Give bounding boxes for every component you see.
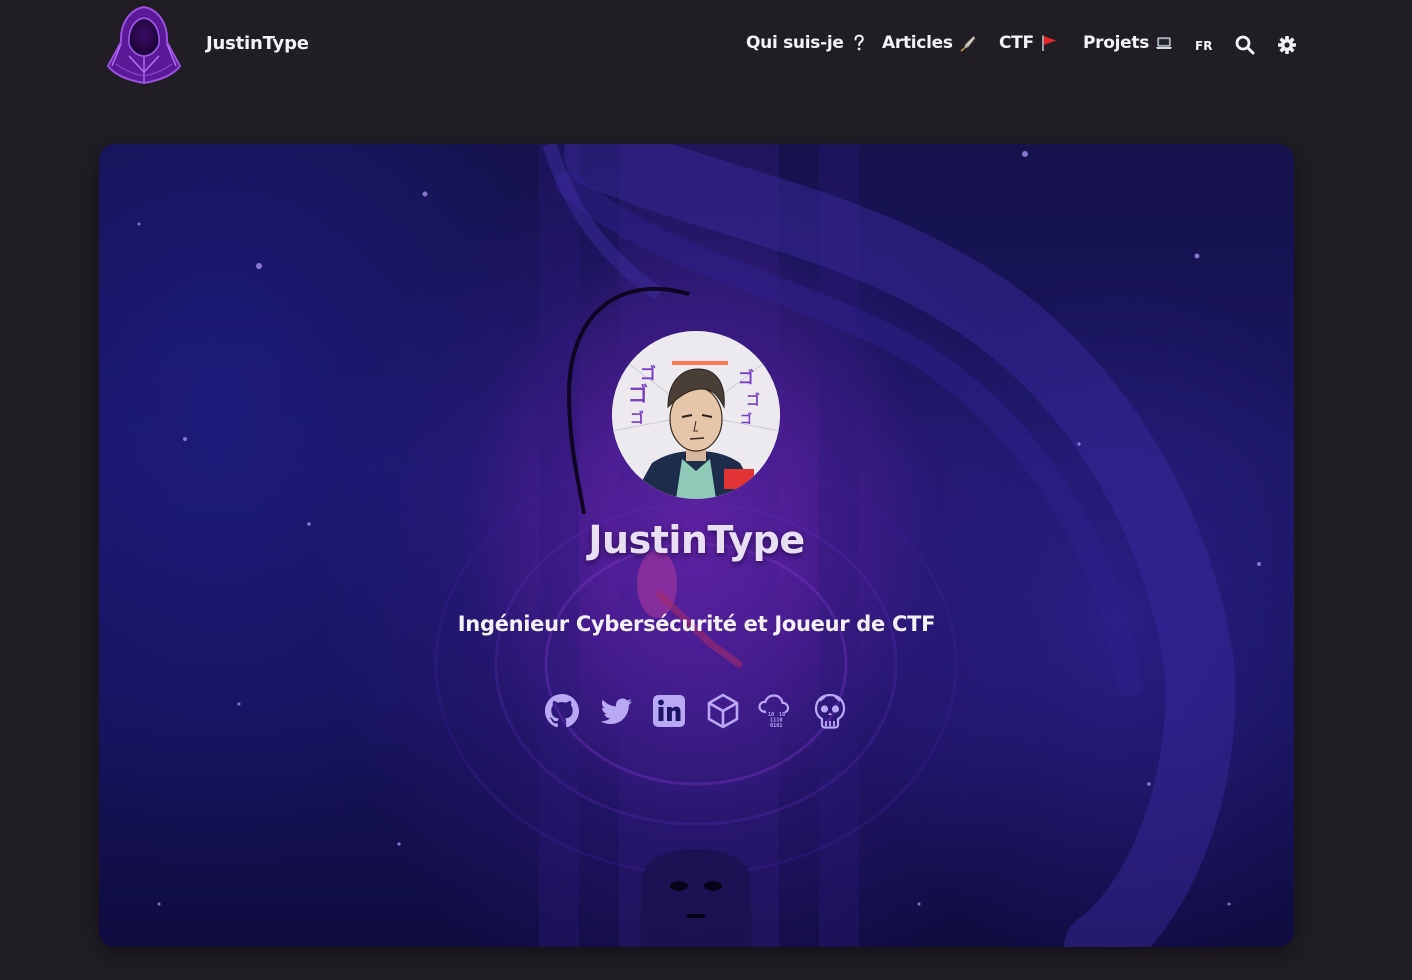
avatar: ゴ ゴ ゴ ゴ ゴ ゴ	[612, 331, 780, 499]
hero-title: JustinType	[588, 518, 805, 562]
nav-about[interactable]: Qui suis-je	[746, 33, 868, 53]
svg-text:ゴ: ゴ	[630, 410, 644, 427]
site-header: JustinType Qui suis-je Articles CTF Proj…	[0, 0, 1412, 92]
nav-articles-label: Articles	[882, 33, 953, 53]
rootme-icon[interactable]: 10 10 1110 0101	[757, 692, 795, 730]
twitter-icon[interactable]	[597, 692, 635, 730]
laptop-icon	[1156, 37, 1173, 49]
nav-projects-label: Projets	[1083, 33, 1150, 53]
nav-projects[interactable]: Projets	[1083, 33, 1173, 53]
svg-text:ゴ: ゴ	[640, 364, 656, 383]
gear-icon[interactable]	[1276, 34, 1298, 56]
brand-link[interactable]: JustinType	[206, 33, 309, 54]
nav-ctf-label: CTF	[999, 33, 1034, 53]
svg-text:ゴ: ゴ	[628, 382, 648, 406]
hackthebox-icon[interactable]	[704, 692, 742, 730]
social-links: 10 10 1110 0101	[543, 692, 853, 732]
avatar-illustration: ゴ ゴ ゴ ゴ ゴ ゴ	[612, 331, 780, 499]
hero-subtitle: Ingénieur Cybersécurité et Joueur de CTF	[457, 612, 936, 636]
svg-text:ゴ: ゴ	[746, 392, 760, 409]
tryhackme-icon[interactable]	[811, 692, 849, 730]
svg-text:ゴ: ゴ	[740, 411, 752, 426]
question-mark-icon	[854, 34, 864, 51]
linkedin-icon[interactable]	[650, 692, 688, 730]
search-icon[interactable]	[1234, 34, 1256, 56]
site-logo[interactable]	[104, 4, 184, 86]
nav-articles[interactable]: Articles	[882, 33, 977, 53]
svg-text:0101: 0101	[770, 723, 783, 729]
hero-card: ゴ ゴ ゴ ゴ ゴ ゴ JustinType Ingénieur Cybersé…	[99, 144, 1294, 947]
nav-about-label: Qui suis-je	[746, 33, 844, 53]
nav-ctf[interactable]: CTF	[999, 33, 1058, 53]
red-flag-icon	[1041, 35, 1056, 51]
pen-nib-icon	[960, 35, 976, 52]
svg-text:ゴ: ゴ	[738, 368, 754, 387]
github-icon[interactable]	[543, 692, 581, 730]
language-switcher[interactable]: FR	[1195, 39, 1212, 53]
